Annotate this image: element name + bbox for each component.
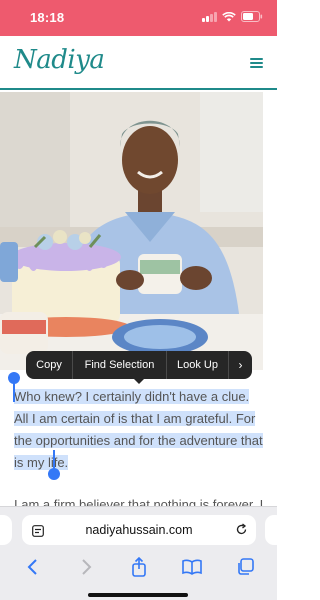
menu-icon[interactable] [250,58,263,68]
share-icon[interactable] [125,553,153,581]
tabs-icon[interactable] [231,553,259,581]
reload-icon[interactable] [235,523,248,541]
bookmarks-icon[interactable] [178,553,206,581]
text-selection-menu: Copy Find Selection Look Up › [26,351,252,379]
selected-paragraph[interactable]: Who knew? I certainly didn't have a clue… [14,386,264,474]
find-selection-menu-item[interactable]: Find Selection [72,351,166,379]
look-up-menu-item[interactable]: Look Up [166,351,228,379]
article-content: Who knew? I certainly didn't have a clue… [14,386,264,516]
status-bar: 18:18 [0,0,277,36]
browser-toolbar [0,553,277,581]
selection-end-handle[interactable] [48,450,60,480]
site-header: Nadiya [0,36,277,90]
url-text: nadiyahussain.com [85,523,193,537]
battery-icon [241,11,263,22]
hero-image [0,92,263,370]
previous-tab-peek[interactable] [0,515,12,545]
text-selection[interactable]: Who knew? I certainly didn't have a clue… [14,389,263,470]
signal-icon [202,11,217,22]
wifi-icon [222,11,236,22]
home-indicator [88,593,188,597]
site-logo[interactable]: Nadiya [14,45,105,75]
back-icon[interactable] [19,553,47,581]
status-icons [202,11,263,22]
page-menu-icon[interactable] [32,524,44,542]
address-bar[interactable]: nadiyahussain.com [22,515,256,545]
menu-pointer [133,378,145,384]
selection-start-handle[interactable] [8,372,20,402]
copy-menu-item[interactable]: Copy [26,351,72,379]
more-chevron-icon[interactable]: › [228,351,252,379]
status-time: 18:18 [30,10,65,25]
next-tab-peek[interactable] [265,515,285,545]
forward-icon[interactable] [72,553,100,581]
browser-bottom-bar: nadiyahussain.com [0,506,285,600]
